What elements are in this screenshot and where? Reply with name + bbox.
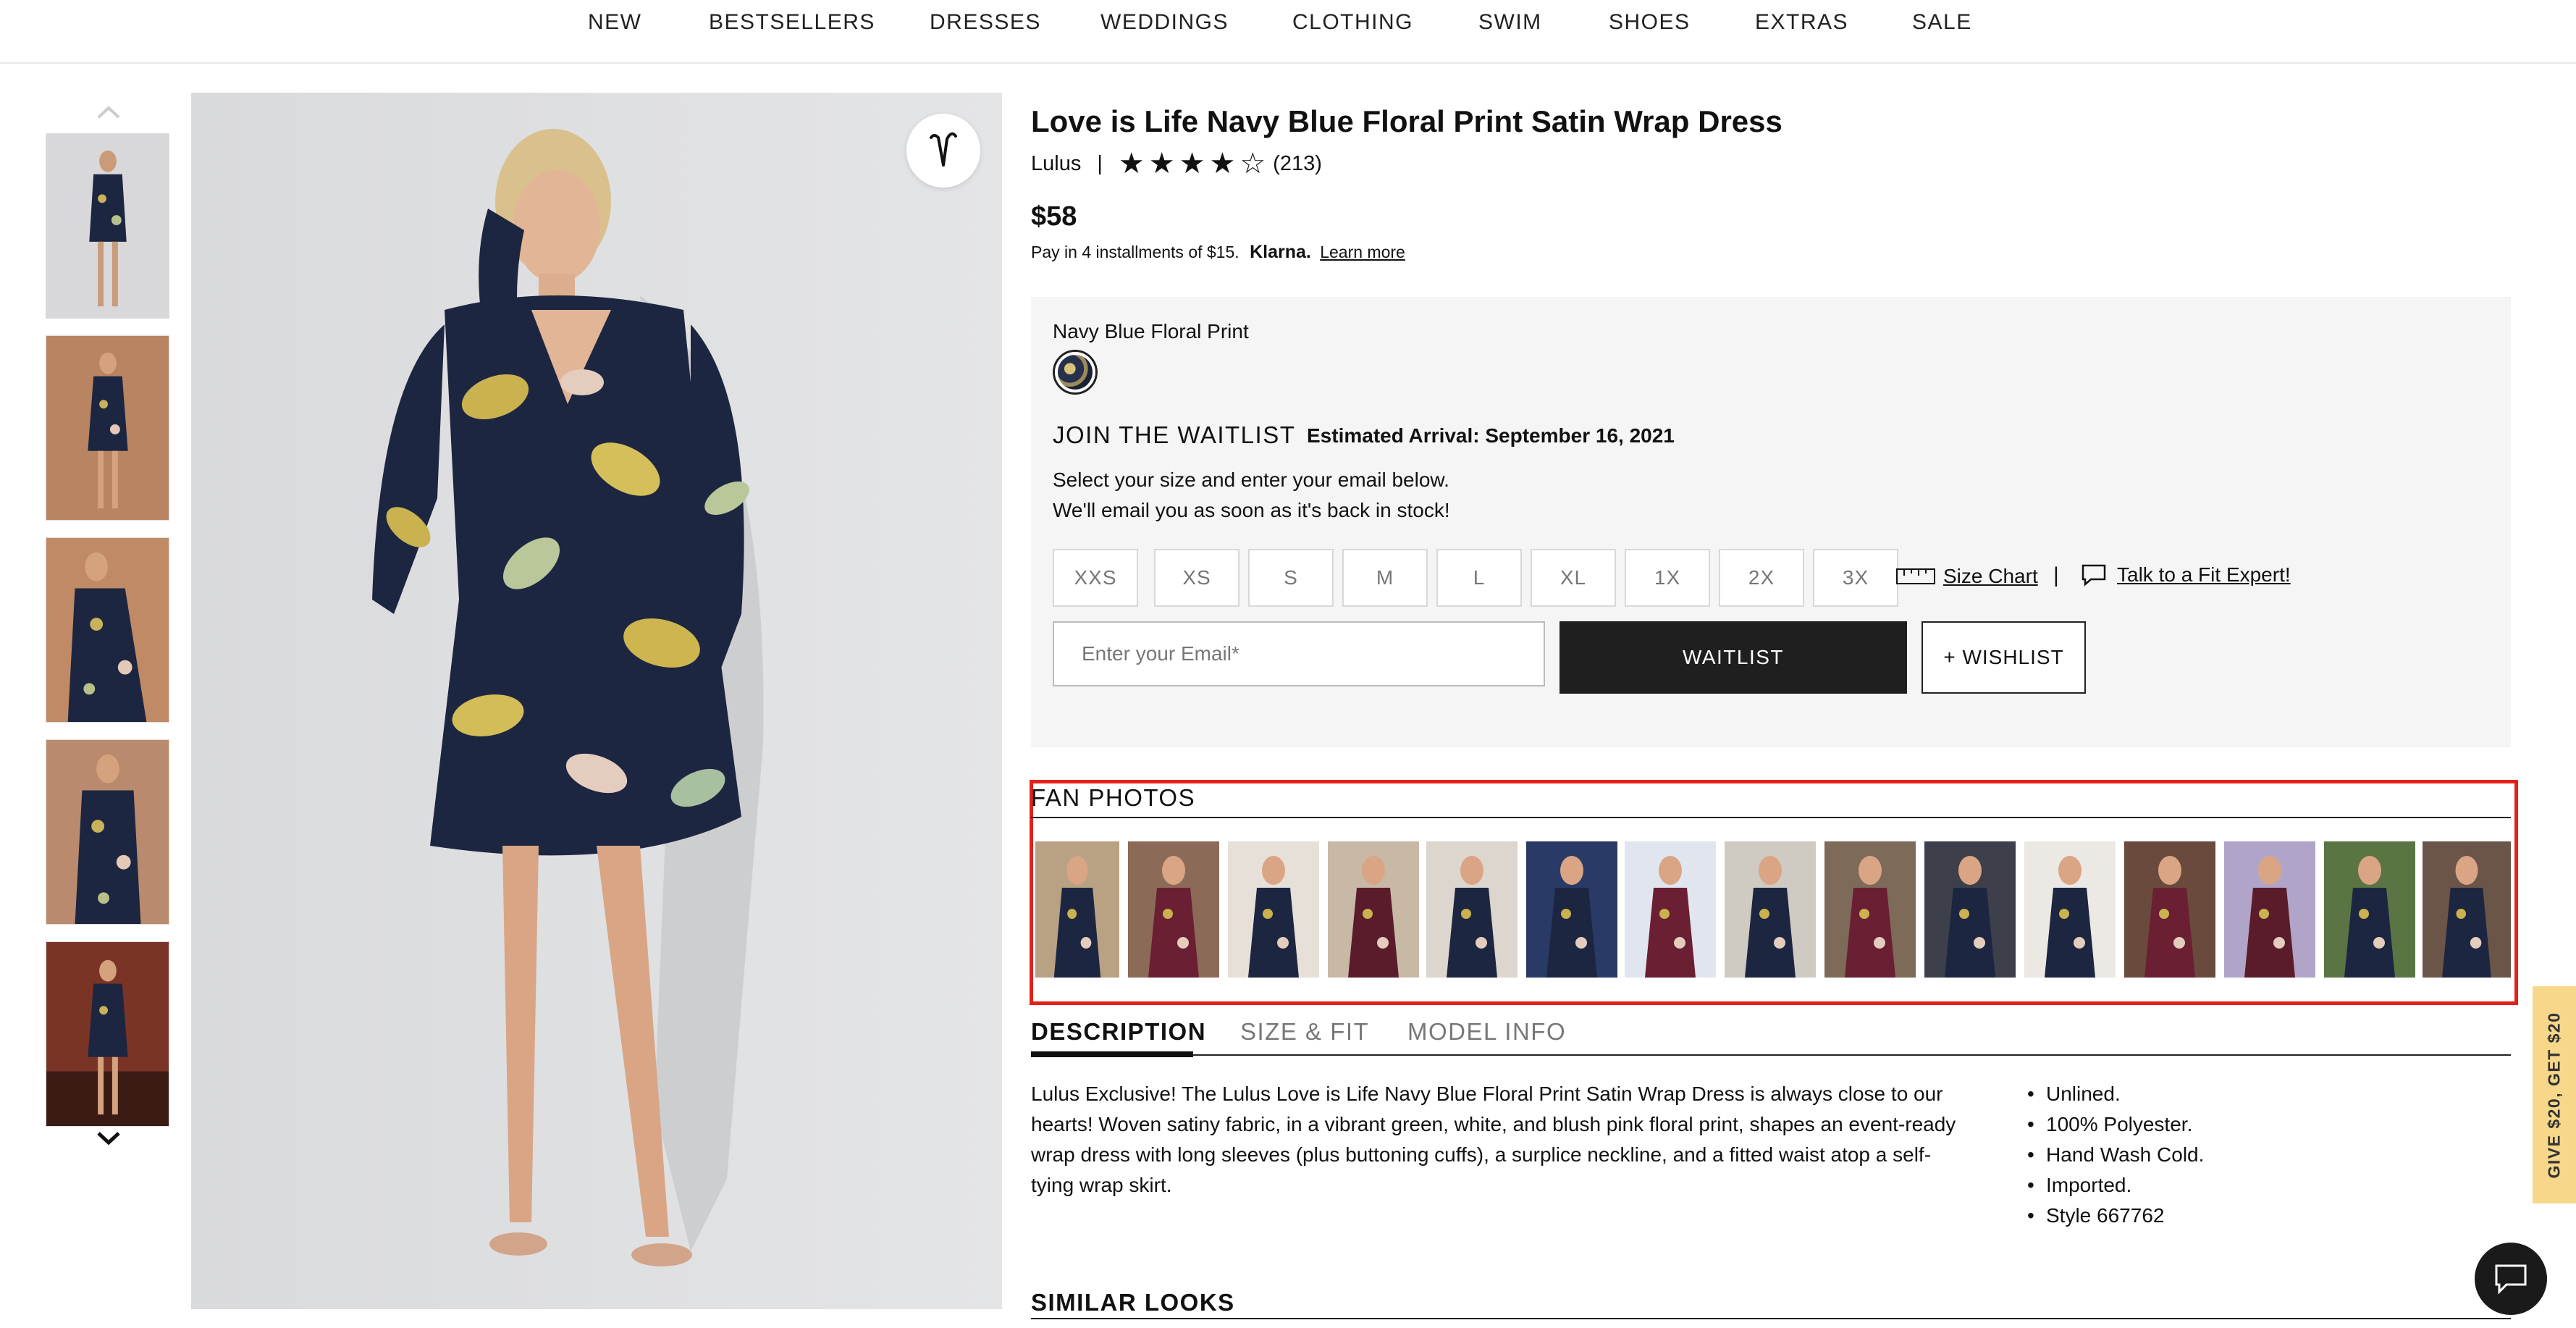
- waitlist-heading: JOIN THE WAITLIST: [1053, 421, 1296, 448]
- nav-item-new[interactable]: NEW: [588, 10, 642, 35]
- product-price: $58: [1031, 201, 1077, 232]
- rating-stars[interactable]: ★ ★ ★ ★ ☆: [1119, 149, 1266, 178]
- brand-separator: |: [1097, 151, 1103, 175]
- thumbnail-5[interactable]: [46, 941, 169, 1127]
- similar-looks-divider: [1031, 1318, 2511, 1319]
- detail-item: Style 667762: [2027, 1201, 2204, 1231]
- product-title: Love is Life Navy Blue Floral Print Sati…: [1031, 104, 1782, 138]
- detail-item: Imported.: [2027, 1170, 2204, 1201]
- nav-item-clothing[interactable]: CLOTHING: [1292, 10, 1413, 35]
- fan-photo-4[interactable]: [1328, 841, 1419, 978]
- thumbnail-2[interactable]: [46, 335, 169, 521]
- top-navigation: NEW BESTSELLERS DRESSES WEDDINGS CLOTHIN…: [0, 0, 2576, 64]
- tab-model-info[interactable]: MODEL INFO: [1407, 1018, 1566, 1046]
- fan-photo-1[interactable]: [1035, 841, 1119, 978]
- size-option-xs[interactable]: XS: [1154, 549, 1239, 607]
- detail-item: Hand Wash Cold.: [2027, 1140, 2204, 1170]
- estimated-arrival: Estimated Arrival: September 16, 2021: [1307, 424, 1675, 447]
- size-option-s[interactable]: S: [1248, 549, 1334, 607]
- chat-button[interactable]: [2475, 1243, 2547, 1315]
- waitlist-instructions: Select your size and enter your email be…: [1053, 468, 1450, 521]
- star-full-icon: ★: [1118, 148, 1145, 180]
- star-empty-icon: ☆: [1239, 148, 1266, 180]
- active-tab-indicator: [1031, 1051, 1193, 1057]
- fan-photo-15[interactable]: [2423, 841, 2511, 978]
- review-count[interactable]: (213): [1273, 152, 1322, 176]
- color-name: Navy Blue Floral Print: [1053, 320, 1249, 342]
- klarna-logo: Klarna.: [1250, 242, 1311, 262]
- size-option-1x[interactable]: 1X: [1625, 549, 1710, 607]
- brand-rating-row: Lulus | ★ ★ ★ ★ ☆ (213): [1031, 149, 1322, 178]
- star-full-icon: ★: [1179, 148, 1205, 180]
- thumbnail-1[interactable]: [46, 133, 169, 319]
- nav-item-sale[interactable]: SALE: [1912, 10, 1972, 35]
- thumbnail-up-button[interactable]: [94, 98, 123, 127]
- chat-icon: [2495, 1264, 2527, 1295]
- nav-item-extras[interactable]: EXTRAS: [1755, 10, 1848, 35]
- similar-looks-heading: SIMILAR LOOKS: [1031, 1289, 1235, 1316]
- brand-name[interactable]: Lulus: [1031, 152, 1081, 176]
- ruler-icon: [1896, 568, 1935, 584]
- fan-photo-14[interactable]: [2324, 841, 2415, 978]
- detail-item: Unlined.: [2027, 1079, 2204, 1109]
- chevron-down-icon: [97, 1132, 120, 1146]
- email-input[interactable]: Enter your Email*: [1053, 621, 1545, 686]
- referral-side-tab[interactable]: GIVE $20, GET $20: [2533, 986, 2576, 1203]
- detail-item: 100% Polyester.: [2027, 1109, 2204, 1140]
- star-full-icon: ★: [1209, 148, 1236, 180]
- product-description: Lulus Exclusive! The Lulus Love is Life …: [1031, 1083, 1956, 1196]
- nav-item-swim[interactable]: SWIM: [1478, 10, 1542, 35]
- chevron-up-icon: [97, 106, 120, 119]
- klarna-installments: Pay in 4 installments of $15. Klarna. Le…: [1031, 242, 1405, 263]
- thumbnail-4[interactable]: [46, 739, 169, 925]
- fan-photo-13[interactable]: [2224, 841, 2315, 978]
- product-details-list: Unlined. 100% Polyester. Hand Wash Cold.…: [2027, 1079, 2204, 1231]
- fan-photo-8[interactable]: [1725, 841, 1816, 978]
- fan-photo-11[interactable]: [2024, 841, 2116, 978]
- tab-size-fit[interactable]: SIZE & FIT: [1240, 1018, 1369, 1046]
- fan-photo-12[interactable]: [2124, 841, 2215, 978]
- main-product-image[interactable]: [191, 93, 1002, 1309]
- size-option-l[interactable]: L: [1436, 549, 1522, 607]
- heart-icon: [930, 132, 957, 167]
- fan-photo-5[interactable]: [1426, 841, 1518, 978]
- size-option-m[interactable]: M: [1342, 549, 1428, 607]
- link-separator: |: [2053, 563, 2059, 587]
- fan-photo-3[interactable]: [1228, 841, 1319, 978]
- add-to-wishlist-button[interactable]: [906, 114, 980, 188]
- fan-photos-divider: [1031, 817, 2511, 818]
- wishlist-button[interactable]: + WISHLIST: [1922, 621, 2086, 694]
- size-option-xl[interactable]: XL: [1531, 549, 1616, 607]
- nav-item-shoes[interactable]: SHOES: [1609, 10, 1691, 35]
- size-option-xxs[interactable]: XXS: [1053, 549, 1138, 607]
- tab-description[interactable]: DESCRIPTION: [1031, 1018, 1206, 1046]
- nav-item-weddings[interactable]: WEDDINGS: [1100, 10, 1229, 35]
- size-option-3x[interactable]: 3X: [1813, 549, 1898, 607]
- speech-bubble-icon: [2082, 564, 2106, 587]
- fan-photo-7[interactable]: [1625, 841, 1716, 978]
- waitlist-button[interactable]: WAITLIST: [1560, 621, 1907, 694]
- fan-photo-10[interactable]: [1924, 841, 2016, 978]
- fan-photo-9[interactable]: [1824, 841, 1916, 978]
- fit-expert-link[interactable]: Talk to a Fit Expert!: [2081, 563, 2291, 587]
- fan-photo-2[interactable]: [1128, 841, 1219, 978]
- star-full-icon: ★: [1148, 148, 1175, 180]
- thumbnail-3[interactable]: [46, 537, 169, 723]
- size-option-2x[interactable]: 2X: [1719, 549, 1804, 607]
- size-chart-link[interactable]: Size Chart: [1895, 565, 2038, 588]
- dress-model-image: [191, 93, 1002, 1309]
- nav-item-bestsellers[interactable]: BESTSELLERS: [709, 10, 875, 35]
- thumbnail-down-button[interactable]: [94, 1124, 123, 1153]
- fan-photos-title: FAN PHOTOS: [1031, 784, 1196, 811]
- fan-photo-6[interactable]: [1526, 841, 1617, 978]
- learn-more-link[interactable]: Learn more: [1320, 243, 1405, 261]
- nav-item-dresses[interactable]: DRESSES: [930, 10, 1041, 35]
- installments-text: Pay in 4 installments of $15.: [1031, 243, 1239, 261]
- tabs-divider: [1031, 1054, 2511, 1056]
- color-swatch[interactable]: [1053, 350, 1098, 395]
